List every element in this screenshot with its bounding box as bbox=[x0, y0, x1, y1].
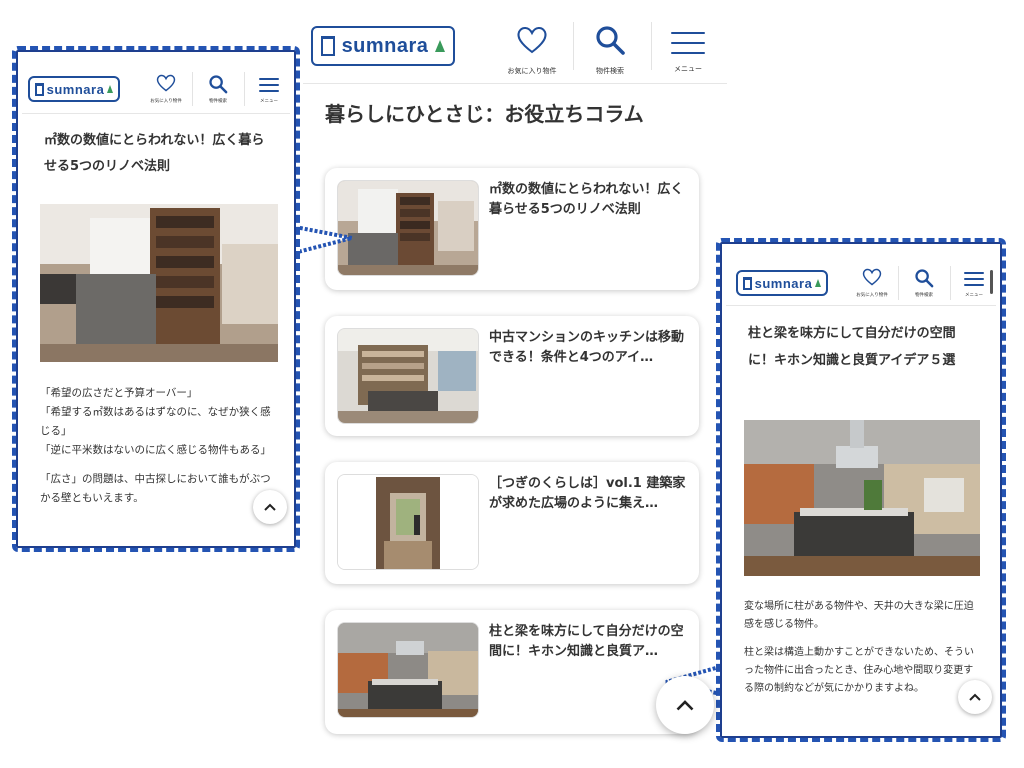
search-label: 物件検索 bbox=[209, 99, 227, 104]
hamburger-menu-icon bbox=[671, 32, 705, 54]
building-logo-icon bbox=[321, 36, 335, 56]
mobile-article-page: sumnara お気に入り物件 物件検索 bbox=[22, 56, 290, 542]
kitchen-shelves-photo bbox=[337, 328, 479, 424]
tree-logo-icon bbox=[106, 85, 113, 93]
article-title: ㎡数の数値にとらわれない！広く暮らせる5つのリノベ法則 bbox=[44, 133, 265, 174]
search-icon bbox=[596, 26, 625, 55]
article-card[interactable]: 柱と梁を味方にして自分だけの空間に！キホン知識と良質ア… bbox=[325, 610, 699, 734]
article-paragraph: 「希望する㎡数はあるはずなのに、なぜか狭く感じる」 bbox=[40, 406, 271, 437]
article-card[interactable]: ［つぎのくらしは］vol.1 建築家が求めた広場のように集え… bbox=[325, 462, 699, 584]
article-body: 変な場所に柱がある物件や、天井の大きな梁に圧迫感を感じる物件。 柱と梁は構造上動… bbox=[744, 598, 980, 698]
search-label: 物件検索 bbox=[596, 67, 624, 75]
sumnara-logo[interactable]: sumnara bbox=[28, 76, 120, 102]
article-paragraph: 柱と梁は構造上動かすことができないため、そういった物件に出合ったとき、住み心地や… bbox=[744, 647, 974, 694]
favorites-button[interactable]: お気に入り物件 bbox=[499, 0, 565, 84]
favorites-label: お気に入り物件 bbox=[507, 67, 557, 75]
article-paragraph: 変な場所に柱がある物件や、天井の大きな梁に圧迫感を感じる物件。 bbox=[744, 601, 974, 630]
article-preview-callout-right: sumnara お気に入り物件 物件検索 メニュー 柱と梁を味方にして自分だけの… bbox=[716, 238, 1006, 742]
menu-button[interactable]: メニュー bbox=[954, 248, 994, 306]
scrollbar[interactable] bbox=[990, 270, 993, 294]
favorites-label: お気に入り物件 bbox=[856, 293, 888, 298]
mobile-article-page: sumnara お気に入り物件 物件検索 bbox=[726, 248, 996, 732]
article-card-title: 柱と梁を味方にして自分だけの空間に！キホン知識と良質ア… bbox=[489, 624, 684, 659]
search-label: 物件検索 bbox=[915, 293, 933, 298]
building-logo-icon bbox=[35, 82, 44, 96]
site-header: sumnara お気に入り物件 物件検索 メニュー bbox=[303, 0, 727, 84]
menu-label: メニュー bbox=[260, 99, 278, 104]
logo-text: sumnara bbox=[341, 34, 429, 57]
favorites-label: お気に入り物件 bbox=[150, 99, 182, 104]
heart-icon bbox=[862, 268, 882, 286]
search-icon bbox=[915, 269, 934, 288]
search-button[interactable]: 物件検索 bbox=[902, 248, 946, 306]
chevron-up-icon bbox=[676, 699, 694, 710]
hamburger-menu-icon bbox=[259, 78, 279, 92]
header-divider bbox=[950, 266, 951, 300]
chevron-up-icon bbox=[969, 693, 981, 701]
search-button[interactable]: 物件検索 bbox=[577, 0, 643, 84]
header-divider bbox=[898, 266, 899, 300]
search-icon bbox=[209, 75, 228, 94]
logo-text: sumnara bbox=[46, 81, 105, 97]
search-button[interactable]: 物件検索 bbox=[196, 56, 240, 114]
article-card-title: 中古マンションのキッチンは移動できる！条件と4つのアイ… bbox=[489, 330, 685, 365]
sumnara-logo[interactable]: sumnara bbox=[736, 270, 828, 296]
menu-label: メニュー bbox=[965, 293, 983, 298]
scroll-to-top-button[interactable] bbox=[958, 680, 992, 714]
article-card[interactable]: 中古マンションのキッチンは移動できる！条件と4つのアイ… bbox=[325, 316, 699, 436]
article-title: 柱と梁を味方にして自分だけの空間に！キホン知識と良質アイデア５選 bbox=[748, 326, 956, 368]
header-divider bbox=[651, 22, 652, 70]
menu-label: メニュー bbox=[674, 65, 702, 73]
article-hero-photo bbox=[744, 420, 980, 576]
scroll-to-top-button[interactable] bbox=[656, 676, 714, 734]
column-list-page: sumnara お気に入り物件 物件検索 メニュー 暮らしにひとさじ：お役立ちコ… bbox=[303, 0, 727, 768]
header-divider bbox=[192, 72, 193, 106]
article-card-title: ㎡数の数値にとらわれない！広く暮らせる5つのリノベ法則 bbox=[489, 182, 684, 217]
hamburger-menu-icon bbox=[964, 272, 984, 286]
article-preview-callout-left: sumnara お気に入り物件 物件検索 メニュー ㎡数の数値にとらわれない！広… bbox=[12, 46, 300, 552]
chevron-up-icon bbox=[264, 503, 276, 511]
favorites-button[interactable]: お気に入り物件 bbox=[144, 56, 188, 114]
article-hero-photo bbox=[40, 204, 278, 362]
logo-text: sumnara bbox=[754, 275, 813, 291]
page-title: 暮らしにひとさじ：お役立ちコラム bbox=[325, 102, 644, 126]
heart-icon bbox=[156, 74, 176, 92]
favorites-button[interactable]: お気に入り物件 bbox=[850, 248, 894, 306]
header-divider bbox=[573, 22, 574, 70]
article-paragraph: 「逆に平米数はないのに広く感じる物件もある」 bbox=[40, 444, 271, 456]
building-logo-icon bbox=[743, 276, 752, 290]
site-header: sumnara お気に入り物件 物件検索 メニュー bbox=[726, 248, 996, 306]
menu-button[interactable]: メニュー bbox=[248, 56, 290, 114]
heart-icon bbox=[517, 27, 547, 54]
callout-connector-left bbox=[290, 224, 353, 256]
article-card[interactable]: ㎡数の数値にとらわれない！広く暮らせる5つのリノベ法則 bbox=[325, 168, 699, 290]
open-kitchen-photo bbox=[337, 622, 479, 718]
article-paragraph: 「希望の広さだと予算オーバー」 bbox=[40, 387, 198, 399]
menu-button[interactable]: メニュー bbox=[655, 0, 721, 84]
tree-logo-icon bbox=[814, 279, 821, 287]
sumnara-logo[interactable]: sumnara bbox=[311, 26, 455, 66]
header-divider bbox=[244, 72, 245, 106]
article-paragraph: 「広さ」の問題は、中古探しにおいて誰もがぶつかる壁ともいえます。 bbox=[40, 473, 271, 504]
article-card-title: ［つぎのくらしは］vol.1 建築家が求めた広場のように集え… bbox=[489, 476, 686, 511]
article-body: 「希望の広さだと予算オーバー」 「希望する㎡数はあるはずなのに、なぜか狭く感じる… bbox=[40, 384, 276, 508]
site-header: sumnara お気に入り物件 物件検索 メニュー bbox=[22, 56, 290, 114]
scroll-to-top-button[interactable] bbox=[253, 490, 287, 524]
narrow-corridor-photo bbox=[337, 474, 479, 570]
tree-logo-icon bbox=[435, 40, 445, 52]
